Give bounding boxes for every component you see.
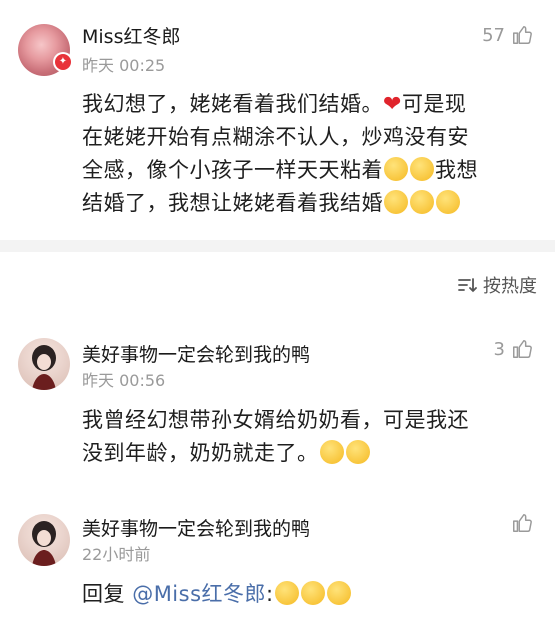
- sad-face-icon: [384, 157, 408, 181]
- comment-time: 昨天 00:56: [82, 371, 166, 390]
- comment-line: 全感，像个小孩子一样天天粘着: [82, 158, 383, 182]
- like-count: 3: [493, 338, 505, 360]
- reply-text: 回复 @Miss红冬郎:: [82, 578, 533, 611]
- like-button[interactable]: 3: [494, 338, 533, 360]
- comment-line: 我幻想了，姥姥看着我们结婚。: [82, 92, 383, 116]
- sort-label: 按热度: [483, 276, 537, 297]
- thumbs-up-icon: [513, 340, 532, 358]
- like-count: 57: [482, 24, 505, 46]
- comment-line: 没到年龄，奶奶就走了。: [82, 441, 319, 465]
- emoji-icon: [326, 581, 351, 605]
- like-button[interactable]: [511, 512, 533, 534]
- sad-face-icon: [345, 440, 370, 464]
- thumbs-up-icon: [513, 26, 532, 44]
- comment-line: 我曾经幻想带孙女婿给奶奶看，可是我还: [82, 408, 469, 432]
- comment-2: 美好事物一定会轮到我的鸭 昨天 00:56 3 我曾经幻想带孙女婿给奶奶看，可是…: [0, 320, 555, 500]
- comment-line: 我想: [435, 158, 478, 182]
- section-divider: [0, 240, 555, 252]
- reply-suffix: :: [266, 582, 274, 606]
- commenter-name[interactable]: 美好事物一定会轮到我的鸭: [82, 514, 310, 541]
- comment-text: 我幻想了，姥姥看着我们结婚。❤可是现 在姥姥开始有点糊涂不认人，炒鸡没有安 全感…: [82, 88, 533, 220]
- commenter-name[interactable]: Miss红冬郎: [82, 22, 180, 49]
- thumbs-up-icon: [513, 514, 532, 532]
- avatar[interactable]: [18, 514, 70, 566]
- comment-line: 在姥姥开始有点糊涂不认人，炒鸡没有安: [82, 125, 469, 149]
- avatar[interactable]: [18, 338, 70, 390]
- like-button[interactable]: 57: [482, 24, 533, 46]
- comment-3: 美好事物一定会轮到我的鸭 22小时前 回复 @Miss红冬郎:: [0, 500, 555, 620]
- mention-link[interactable]: @Miss红冬郎: [132, 582, 266, 606]
- comment-line: 结婚了，我想让姥姥看着我结婚: [82, 191, 383, 215]
- comment-text: 我曾经幻想带孙女婿给奶奶看，可是我还 没到年龄，奶奶就走了。: [82, 404, 533, 470]
- sad-face-icon: [319, 440, 344, 464]
- reply-prefix: 回复: [82, 582, 133, 606]
- comment-time: 22小时前: [82, 545, 151, 564]
- sort-by-hot-button[interactable]: 按热度: [457, 272, 537, 298]
- crying-face-icon: [384, 190, 408, 214]
- emoji-icon: [274, 581, 299, 605]
- sort-icon: [458, 278, 477, 293]
- heart-icon: ❤: [383, 92, 402, 117]
- comment-line: 可是现: [401, 92, 467, 116]
- verified-badge-icon: ✦: [53, 52, 73, 72]
- crying-face-icon: [436, 190, 460, 214]
- emoji-icon: [300, 581, 325, 605]
- commenter-name[interactable]: 美好事物一定会轮到我的鸭: [82, 340, 310, 367]
- comment-time: 昨天 00:25: [82, 56, 166, 75]
- crying-face-icon: [410, 190, 434, 214]
- sad-face-icon: [410, 157, 434, 181]
- comment-1: ✦ Miss红冬郎 昨天 00:25 57 我幻想了，姥姥看着我们结婚。❤可是现…: [0, 0, 555, 240]
